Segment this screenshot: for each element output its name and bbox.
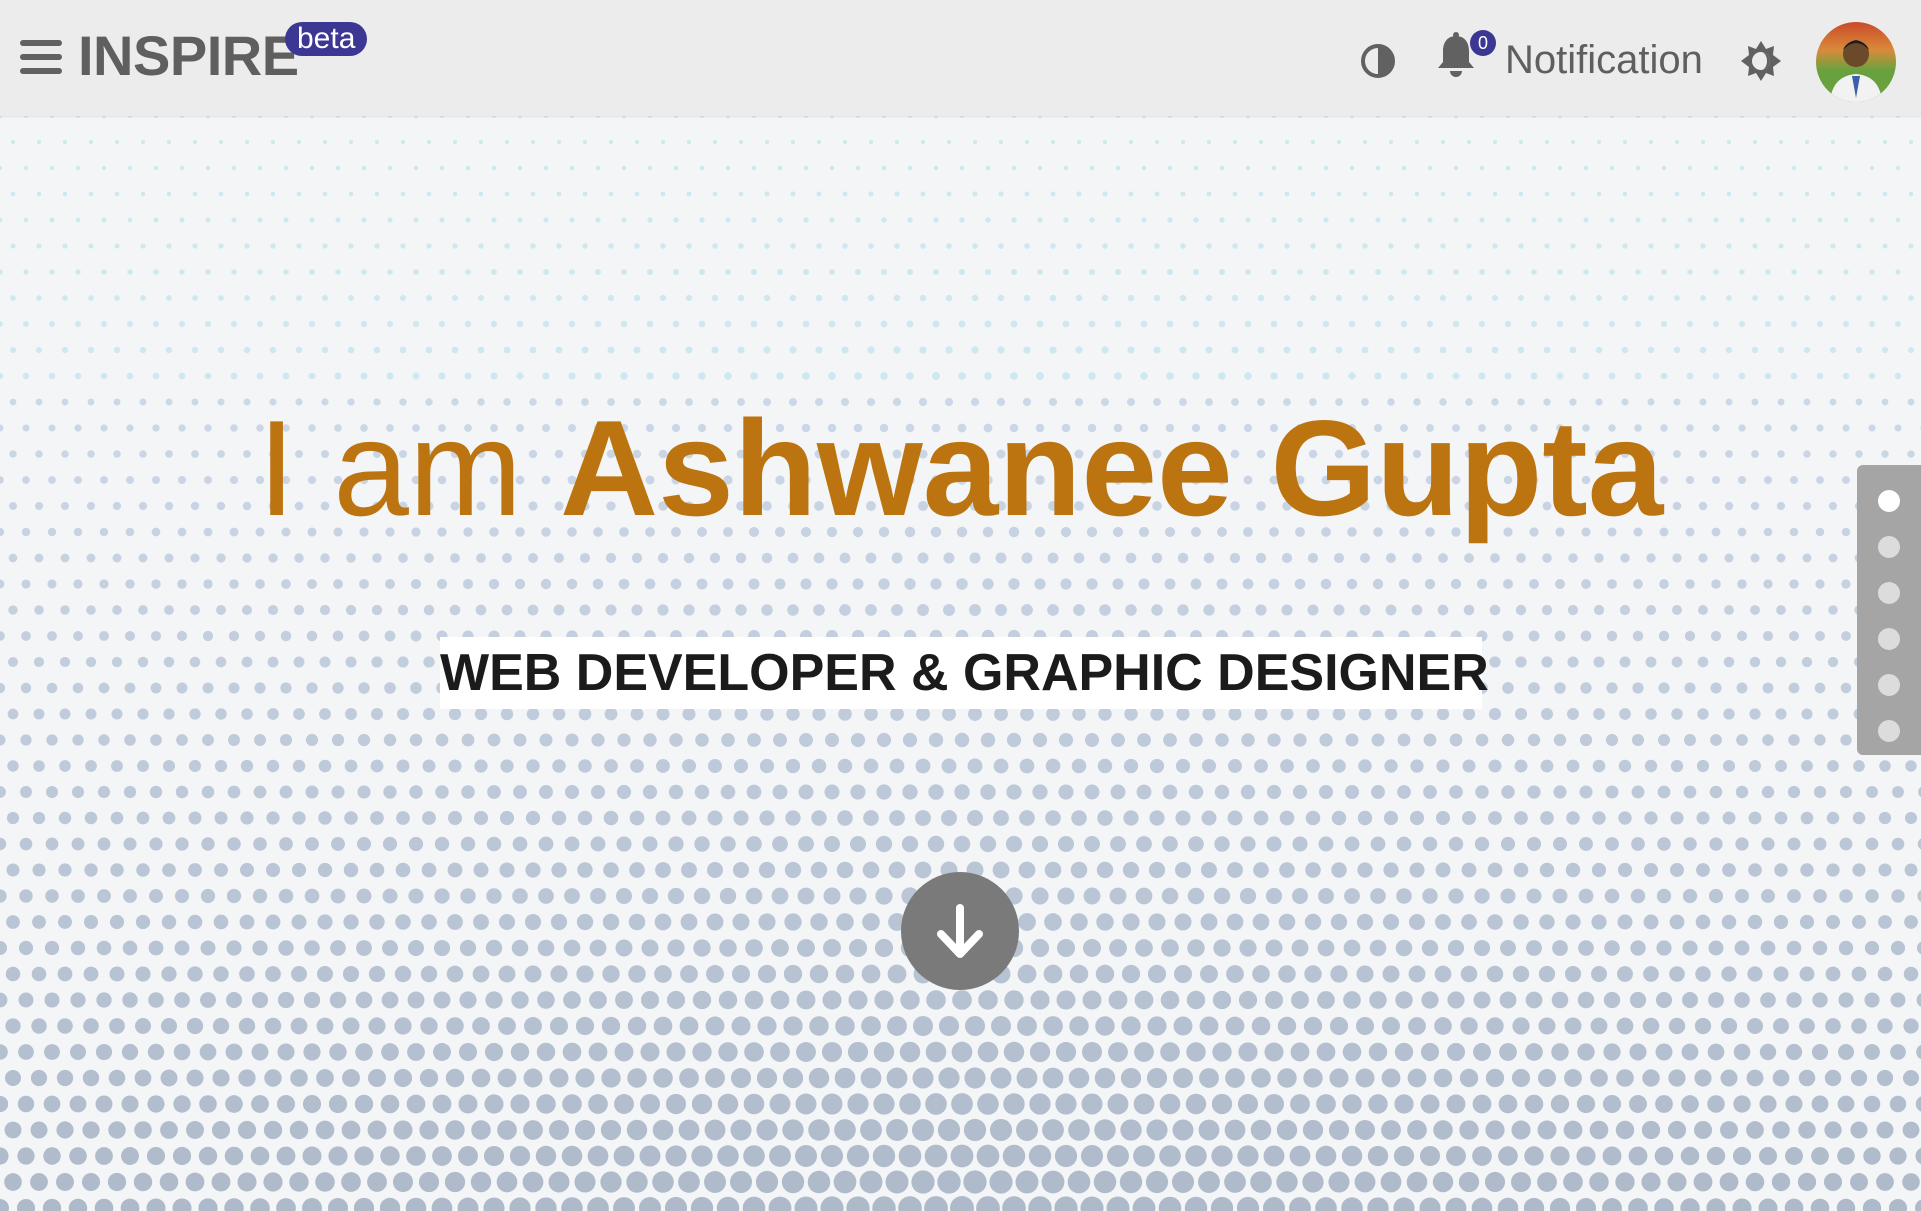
hero-name: Ashwanee Gupta	[559, 392, 1664, 544]
theme-toggle-icon[interactable]	[1738, 38, 1784, 84]
notification-bell[interactable]: 0	[1432, 30, 1496, 86]
hero-tagline: WEB DEVELOPER & GRAPHIC DESIGNER	[440, 637, 1489, 709]
hero-intro: I am	[257, 392, 560, 544]
section-dot-4[interactable]	[1878, 628, 1900, 650]
notification-label[interactable]: Notification	[1505, 40, 1703, 80]
page: INSPIRE beta 0 Notification I am Ashwane…	[0, 0, 1921, 1211]
contrast-icon[interactable]	[1360, 38, 1396, 84]
section-dot-nav	[1857, 465, 1921, 755]
top-navbar: INSPIRE beta 0 Notification	[0, 0, 1921, 116]
arrow-down-icon	[937, 904, 983, 958]
hero-heading: I am Ashwanee Gupta	[0, 400, 1921, 536]
section-dot-2[interactable]	[1878, 536, 1900, 558]
menu-icon[interactable]	[20, 40, 62, 78]
section-dot-6[interactable]	[1878, 720, 1900, 742]
beta-badge: beta	[285, 22, 368, 56]
brand-logo[interactable]: INSPIRE	[78, 28, 299, 84]
section-dot-3[interactable]	[1878, 582, 1900, 604]
section-dot-5[interactable]	[1878, 674, 1900, 696]
notification-count-badge: 0	[1470, 30, 1496, 56]
scroll-down-button[interactable]	[901, 872, 1019, 990]
section-dot-1[interactable]	[1878, 490, 1900, 512]
avatar[interactable]	[1816, 22, 1896, 102]
